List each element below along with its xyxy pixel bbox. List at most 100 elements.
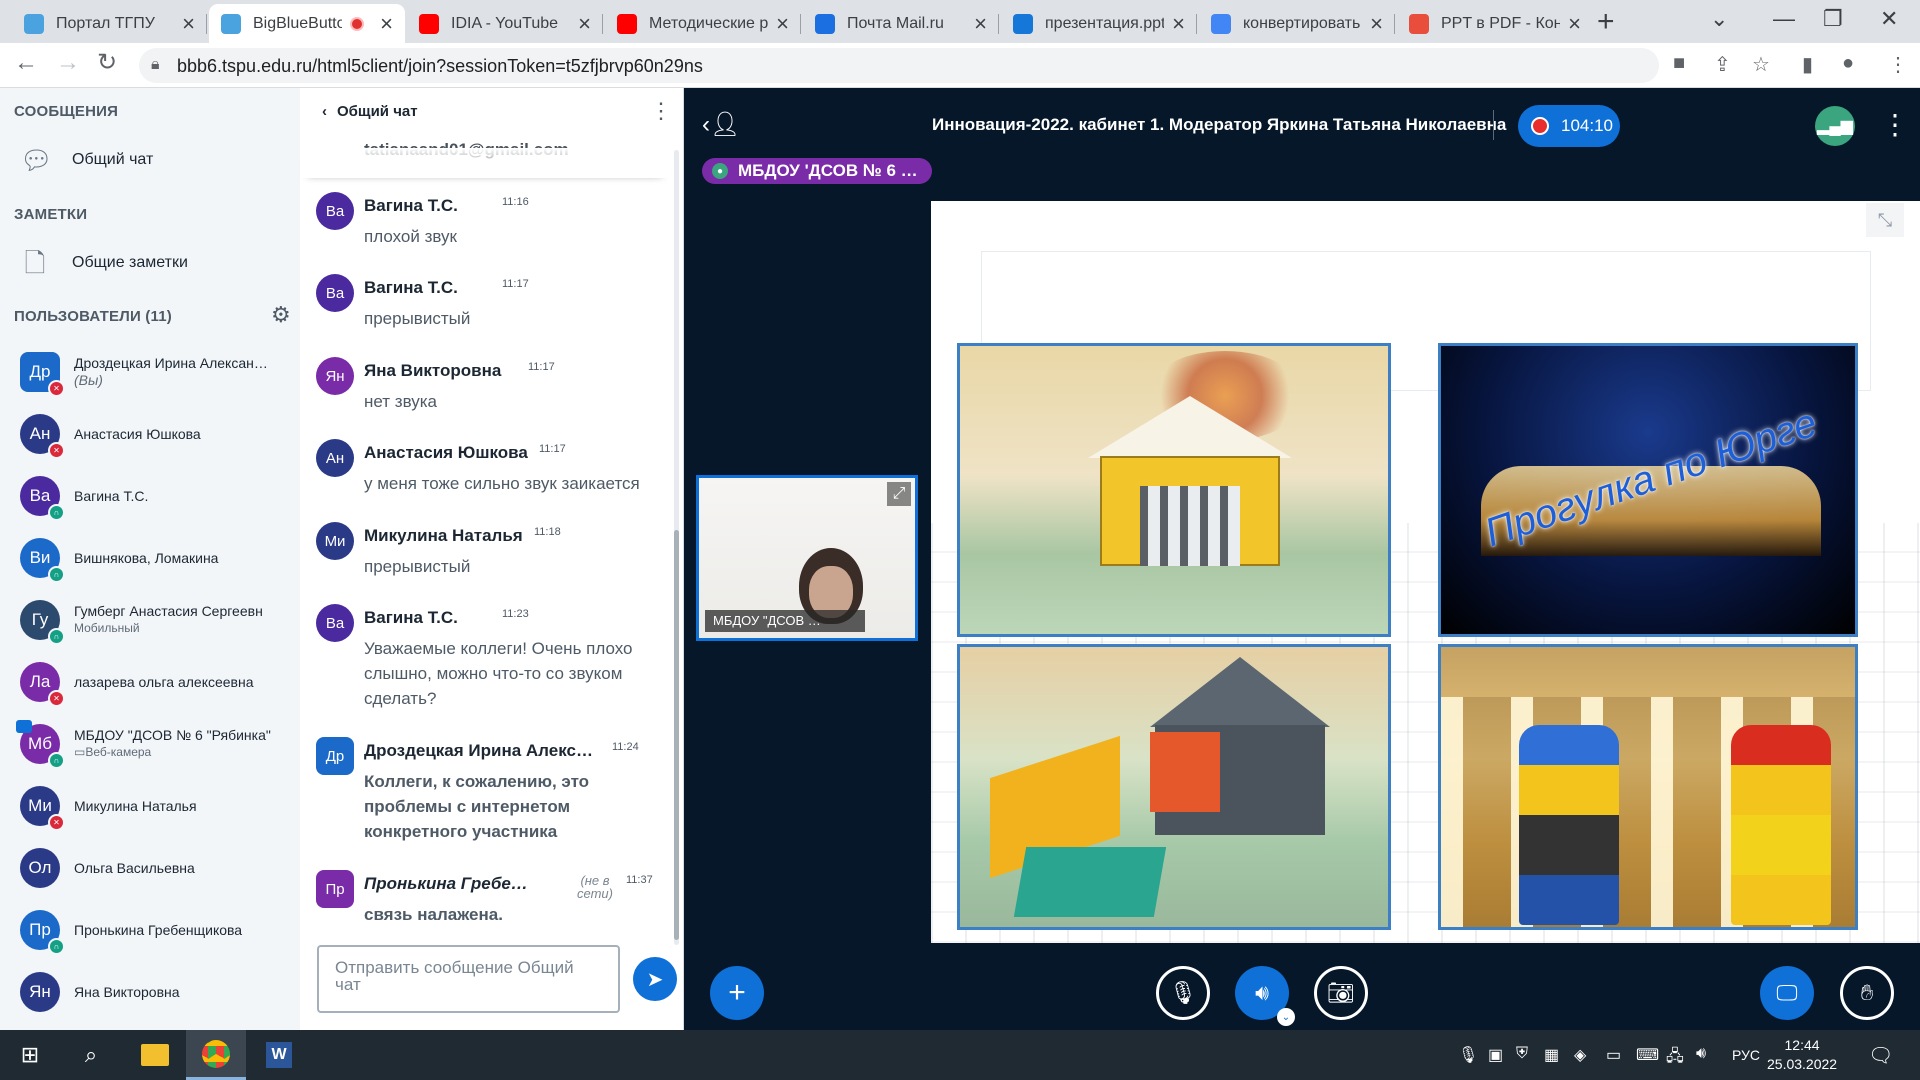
windows-start-icon[interactable]: ⊞ (0, 1030, 60, 1080)
notifications-icon[interactable]: 🗨︎ (1868, 1043, 1893, 1068)
user-list-item[interactable]: Ми ✕ Микулина Наталья (20, 780, 295, 832)
share-icon[interactable]: ⇪ (1714, 52, 1731, 77)
chrome-icon[interactable] (186, 1030, 246, 1080)
profile-icon[interactable]: ● (1842, 52, 1854, 75)
message-author: Пронькина Гребе… (364, 874, 528, 893)
chat-scroll-thumb[interactable] (674, 530, 679, 940)
message-time: 11:24 (612, 741, 639, 753)
slide-fullscreen-icon[interactable]: ⤡ (1866, 203, 1904, 237)
camera-permission-icon[interactable]: ■ (1673, 52, 1685, 75)
minimize-icon[interactable]: — (1773, 6, 1795, 32)
restore-icon[interactable]: ❐ (1823, 6, 1843, 32)
muted-mic-icon: ✕ (48, 814, 65, 831)
chat-message-input[interactable]: Отправить сообщение Общий чат (317, 945, 620, 1013)
close-tab-icon[interactable]: × (380, 12, 393, 35)
new-tab-icon[interactable]: + (1597, 7, 1615, 37)
browser-tab[interactable]: Портал ТГПУ × (12, 4, 207, 43)
slide-photo-lego-figures (1438, 644, 1858, 930)
volume-icon[interactable]: 🔊︎ (1696, 1045, 1706, 1063)
webcam-video[interactable]: МБДОУ "ДСОВ … ⤢ (696, 475, 918, 641)
user-list-item[interactable]: Ва ∩ Вагина Т.С. (20, 470, 295, 522)
chevron-down-icon[interactable]: ⌄ (1277, 1008, 1295, 1026)
windows-taskbar: ⊞ ⌕ W 🎙︎ ▣ ⛨ ▦ ◈ ▭ ⌨ 🖧︎ 🔊︎ РУС 12:44 25.… (0, 1030, 1920, 1080)
close-tab-icon[interactable]: × (182, 12, 195, 35)
taskbar-clock[interactable]: 12:44 25.03.2022 (1767, 1036, 1837, 1074)
message-text: связь налажена. (364, 905, 503, 924)
presentation-toggle-button[interactable]: 🖵︎ (1760, 966, 1814, 1020)
browser-tab[interactable]: Методические р × (605, 4, 801, 43)
file-explorer-icon[interactable] (126, 1030, 184, 1080)
browser-tab[interactable]: презентация.ppt × (1001, 4, 1197, 43)
close-tab-icon[interactable]: × (1568, 12, 1581, 35)
close-tab-icon[interactable]: × (776, 12, 789, 35)
user-list-item[interactable]: Др ✕ Дроздецкая Ирина Алексан… (Вы) (20, 346, 295, 398)
user-list-item[interactable]: Пр ∩ Пронькина Гребенщикова (20, 904, 295, 956)
shield-tray-icon[interactable]: ⛨ (1516, 1045, 1528, 1063)
user-list-item[interactable]: Ла ✕ лазарева ольга алексеевна (20, 656, 295, 708)
toggle-user-list-icon[interactable]: ‹👤︎ (702, 110, 740, 139)
close-tab-icon[interactable]: × (1172, 12, 1185, 35)
window-close-icon[interactable]: ✕ (1880, 6, 1898, 32)
battery-icon[interactable]: ▭ (1606, 1045, 1621, 1065)
search-icon[interactable]: ⌕ (62, 1030, 120, 1080)
chat-options-icon[interactable]: ⋮ (650, 98, 672, 124)
connection-status-icon[interactable]: ▂▄▆ (1815, 106, 1855, 146)
input-language[interactable]: РУС (1732, 1047, 1760, 1063)
browser-tab[interactable]: конвертировать × (1199, 4, 1395, 43)
chat-back-button[interactable]: ‹ Общий чат (322, 103, 418, 120)
word-icon[interactable]: W (250, 1030, 308, 1080)
app-tray-icon[interactable]: ▦ (1544, 1045, 1559, 1065)
fullscreen-icon[interactable]: ⤢ (887, 482, 911, 506)
options-menu-icon[interactable]: ⋮ (1881, 108, 1909, 141)
camera-tray-icon[interactable]: ▣ (1488, 1045, 1503, 1065)
avatar: Ла ✕ (20, 662, 65, 707)
user-list-item[interactable]: Гу ∩ Гумберг Анастасия Сергеевн Мобильный (20, 594, 295, 646)
nvidia-tray-icon[interactable]: ◈ (1574, 1045, 1586, 1065)
webcam-toggle-button[interactable]: 📷︎ (1314, 966, 1368, 1020)
speaker-icon: 🔊︎ (1255, 980, 1269, 1005)
audio-button[interactable]: 🔊︎ ⌄ (1235, 966, 1295, 1026)
send-message-button[interactable]: ➤ (633, 957, 677, 1001)
microphone-tray-icon[interactable]: 🎙︎ (1458, 1045, 1478, 1065)
chat-scrollbar[interactable] (674, 150, 679, 945)
talking-indicator[interactable]: ● МБДОУ 'ДСОВ № 6 … (702, 158, 932, 184)
user-name: Ольга Васильевна (74, 859, 195, 876)
muted-mic-icon: ✕ (48, 442, 65, 459)
user-list-item[interactable]: Мб ∩ МБДОУ "ДСОВ № 6 "Рябинка" ▭Веб-камера (16, 718, 295, 770)
bookmark-star-icon[interactable]: ☆ (1752, 52, 1770, 77)
user-list-item[interactable]: Ан ✕ Анастасия Юшкова (20, 408, 295, 460)
recording-button[interactable]: 104:10 (1518, 105, 1620, 147)
avatar: Ви ∩ (20, 538, 65, 583)
close-tab-icon[interactable]: × (578, 12, 591, 35)
address-bar[interactable]: 🔒︎ bbb6.tspu.edu.ru/html5client/join?ses… (139, 48, 1659, 83)
tab-search-icon[interactable]: ⌄ (1710, 6, 1728, 32)
back-icon[interactable]: ← (14, 51, 38, 75)
side-panel-icon[interactable]: ▮ (1802, 52, 1813, 77)
user-list-item[interactable]: Ян Яна Викторовна (20, 966, 295, 1018)
network-icon[interactable]: 🖧︎ (1666, 1045, 1684, 1072)
close-tab-icon[interactable]: × (974, 12, 987, 35)
user-list-item[interactable]: Ви ∩ Вишнякова, Ломакина (20, 532, 295, 584)
reload-icon[interactable]: ↻ (97, 51, 117, 75)
keyboard-tray-icon[interactable]: ⌨ (1636, 1045, 1659, 1065)
browser-menu-icon[interactable]: ⋮ (1888, 52, 1908, 77)
user-options-gear-icon[interactable]: ⚙ (271, 302, 291, 328)
message-author: Вагина Т.С. (364, 608, 458, 627)
shared-notes-link[interactable]: 🗋︎ Общие заметки (20, 248, 188, 278)
browser-tab[interactable]: IDIA - YouTube × (407, 4, 603, 43)
user-device-label: Мобильный (74, 621, 140, 635)
browser-tab[interactable]: PPT в PDF - Конв × (1397, 4, 1593, 43)
lock-icon[interactable]: 🔒︎ (151, 56, 160, 74)
message-text: Уважаемые коллеги! Очень плохо слышно, м… (364, 639, 633, 708)
browser-tab-active[interactable]: BigBlueButton × (209, 4, 405, 43)
close-tab-icon[interactable]: × (1370, 12, 1383, 35)
browser-tab[interactable]: Почта Mail.ru × (803, 4, 999, 43)
user-list-item[interactable]: Ол Ольга Васильевна (20, 842, 295, 894)
forward-icon[interactable]: → (56, 51, 80, 75)
actions-plus-button[interactable]: + (710, 966, 764, 1020)
public-chat-link[interactable]: 💬︎ Общий чат (20, 145, 153, 175)
mute-microphone-button[interactable]: 🎙︎ (1156, 966, 1210, 1020)
users-header: ПОЛЬЗОВАТЕЛИ (11) (14, 308, 172, 325)
presentation-icon: 🖵︎ (1776, 980, 1798, 1005)
raise-hand-button[interactable]: ✋︎ (1840, 966, 1894, 1020)
